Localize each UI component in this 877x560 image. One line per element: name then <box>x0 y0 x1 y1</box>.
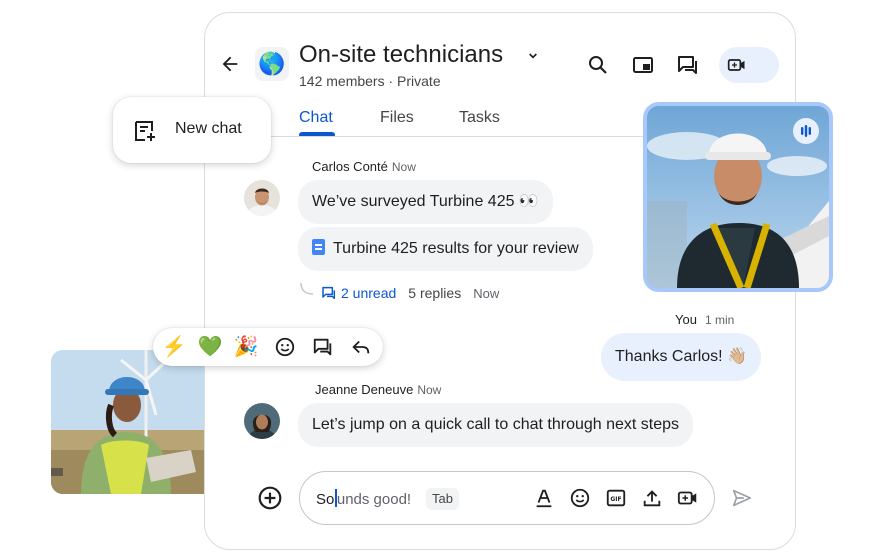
new-chat-button[interactable]: New chat <box>113 97 271 163</box>
thread-replies: 5 replies <box>408 285 462 301</box>
chevron-down-icon[interactable] <box>525 48 541 64</box>
attachment-label: Turbine 425 results for your review <box>333 240 579 257</box>
video-meet-icon <box>727 59 745 71</box>
tab-chat[interactable]: Chat <box>299 109 333 127</box>
speaking-indicator-icon <box>793 118 819 144</box>
video-tile-participant[interactable] <box>643 102 833 292</box>
technician-photo <box>51 350 204 494</box>
thread-unread: 2 unread <box>341 285 397 301</box>
stage: 🌎 On-site technicians 142 members · Priv… <box>0 0 877 560</box>
reaction-bar: ⚡ 💚 🎉 <box>153 328 383 366</box>
arrow-left-icon[interactable] <box>219 53 241 75</box>
thread-connector <box>300 282 314 295</box>
compose-input[interactable]: So unds good! <box>316 489 411 508</box>
video-call-icon[interactable] <box>677 487 699 509</box>
text-format-icon[interactable] <box>533 487 555 509</box>
reaction-party[interactable]: 🎉 <box>233 335 259 359</box>
space-subtitle: 142 members · Private <box>299 73 441 89</box>
message-time: 1 min <box>704 313 735 327</box>
message-bubble-carlos[interactable]: We’ve surveyed Turbine 425 👀 <box>298 180 553 224</box>
threads-icon <box>322 286 336 300</box>
space-title[interactable]: On-site technicians <box>299 41 503 69</box>
doc-icon <box>312 239 325 255</box>
meet-button[interactable] <box>719 47 779 83</box>
upload-icon[interactable] <box>641 487 663 509</box>
message-composer[interactable]: So unds good! Tab GIF <box>299 471 715 525</box>
sender-name: Carlos Conté <box>312 159 388 174</box>
sender-carlos: Carlos Conté Now <box>312 159 416 174</box>
search-icon[interactable] <box>586 53 610 77</box>
message-bubble-jeanne[interactable]: Let’s jump on a quick call to chat throu… <box>298 403 694 447</box>
add-circle-icon[interactable] <box>257 485 283 511</box>
new-chat-label: New chat <box>175 120 242 137</box>
reaction-green-heart[interactable]: 💚 <box>197 335 223 359</box>
avatar-carlos[interactable] <box>244 180 280 216</box>
send-icon[interactable] <box>729 487 755 509</box>
space-avatar: 🌎 <box>255 47 289 81</box>
threads-icon[interactable] <box>312 336 334 358</box>
thread-summary[interactable]: 2 unread 5 replies Now <box>321 285 499 305</box>
reaction-lightning[interactable]: ⚡ <box>161 335 187 359</box>
sender-you: You 1 min <box>675 312 734 327</box>
sender-name: You <box>675 312 697 327</box>
smart-compose-suggestion: unds good! <box>336 491 412 508</box>
tab-tasks[interactable]: Tasks <box>459 109 500 127</box>
svg-text:GIF: GIF <box>610 496 621 503</box>
tab-files[interactable]: Files <box>380 109 414 127</box>
gif-icon[interactable]: GIF <box>605 487 627 509</box>
picture-in-picture-icon[interactable] <box>631 53 655 77</box>
sender-jeanne: Jeanne Deneuve Now <box>315 382 441 397</box>
emoji-icon[interactable] <box>274 336 296 358</box>
tab-key-hint: Tab <box>426 488 459 510</box>
new-chat-icon <box>135 121 155 141</box>
reply-icon[interactable] <box>350 336 372 358</box>
emoji-icon[interactable] <box>569 487 591 509</box>
message-time: Now <box>391 160 416 174</box>
compose-typed-text: So <box>316 491 335 508</box>
message-time: Now <box>417 383 442 397</box>
attachment-bubble[interactable]: Turbine 425 results for your review <box>298 227 593 271</box>
thread-time: Now <box>473 286 500 301</box>
avatar-jeanne[interactable] <box>244 403 280 439</box>
threads-icon[interactable] <box>676 53 700 77</box>
sender-name: Jeanne Deneuve <box>315 382 414 397</box>
message-bubble-you[interactable]: Thanks Carlos! 👋🏼 <box>601 333 761 381</box>
